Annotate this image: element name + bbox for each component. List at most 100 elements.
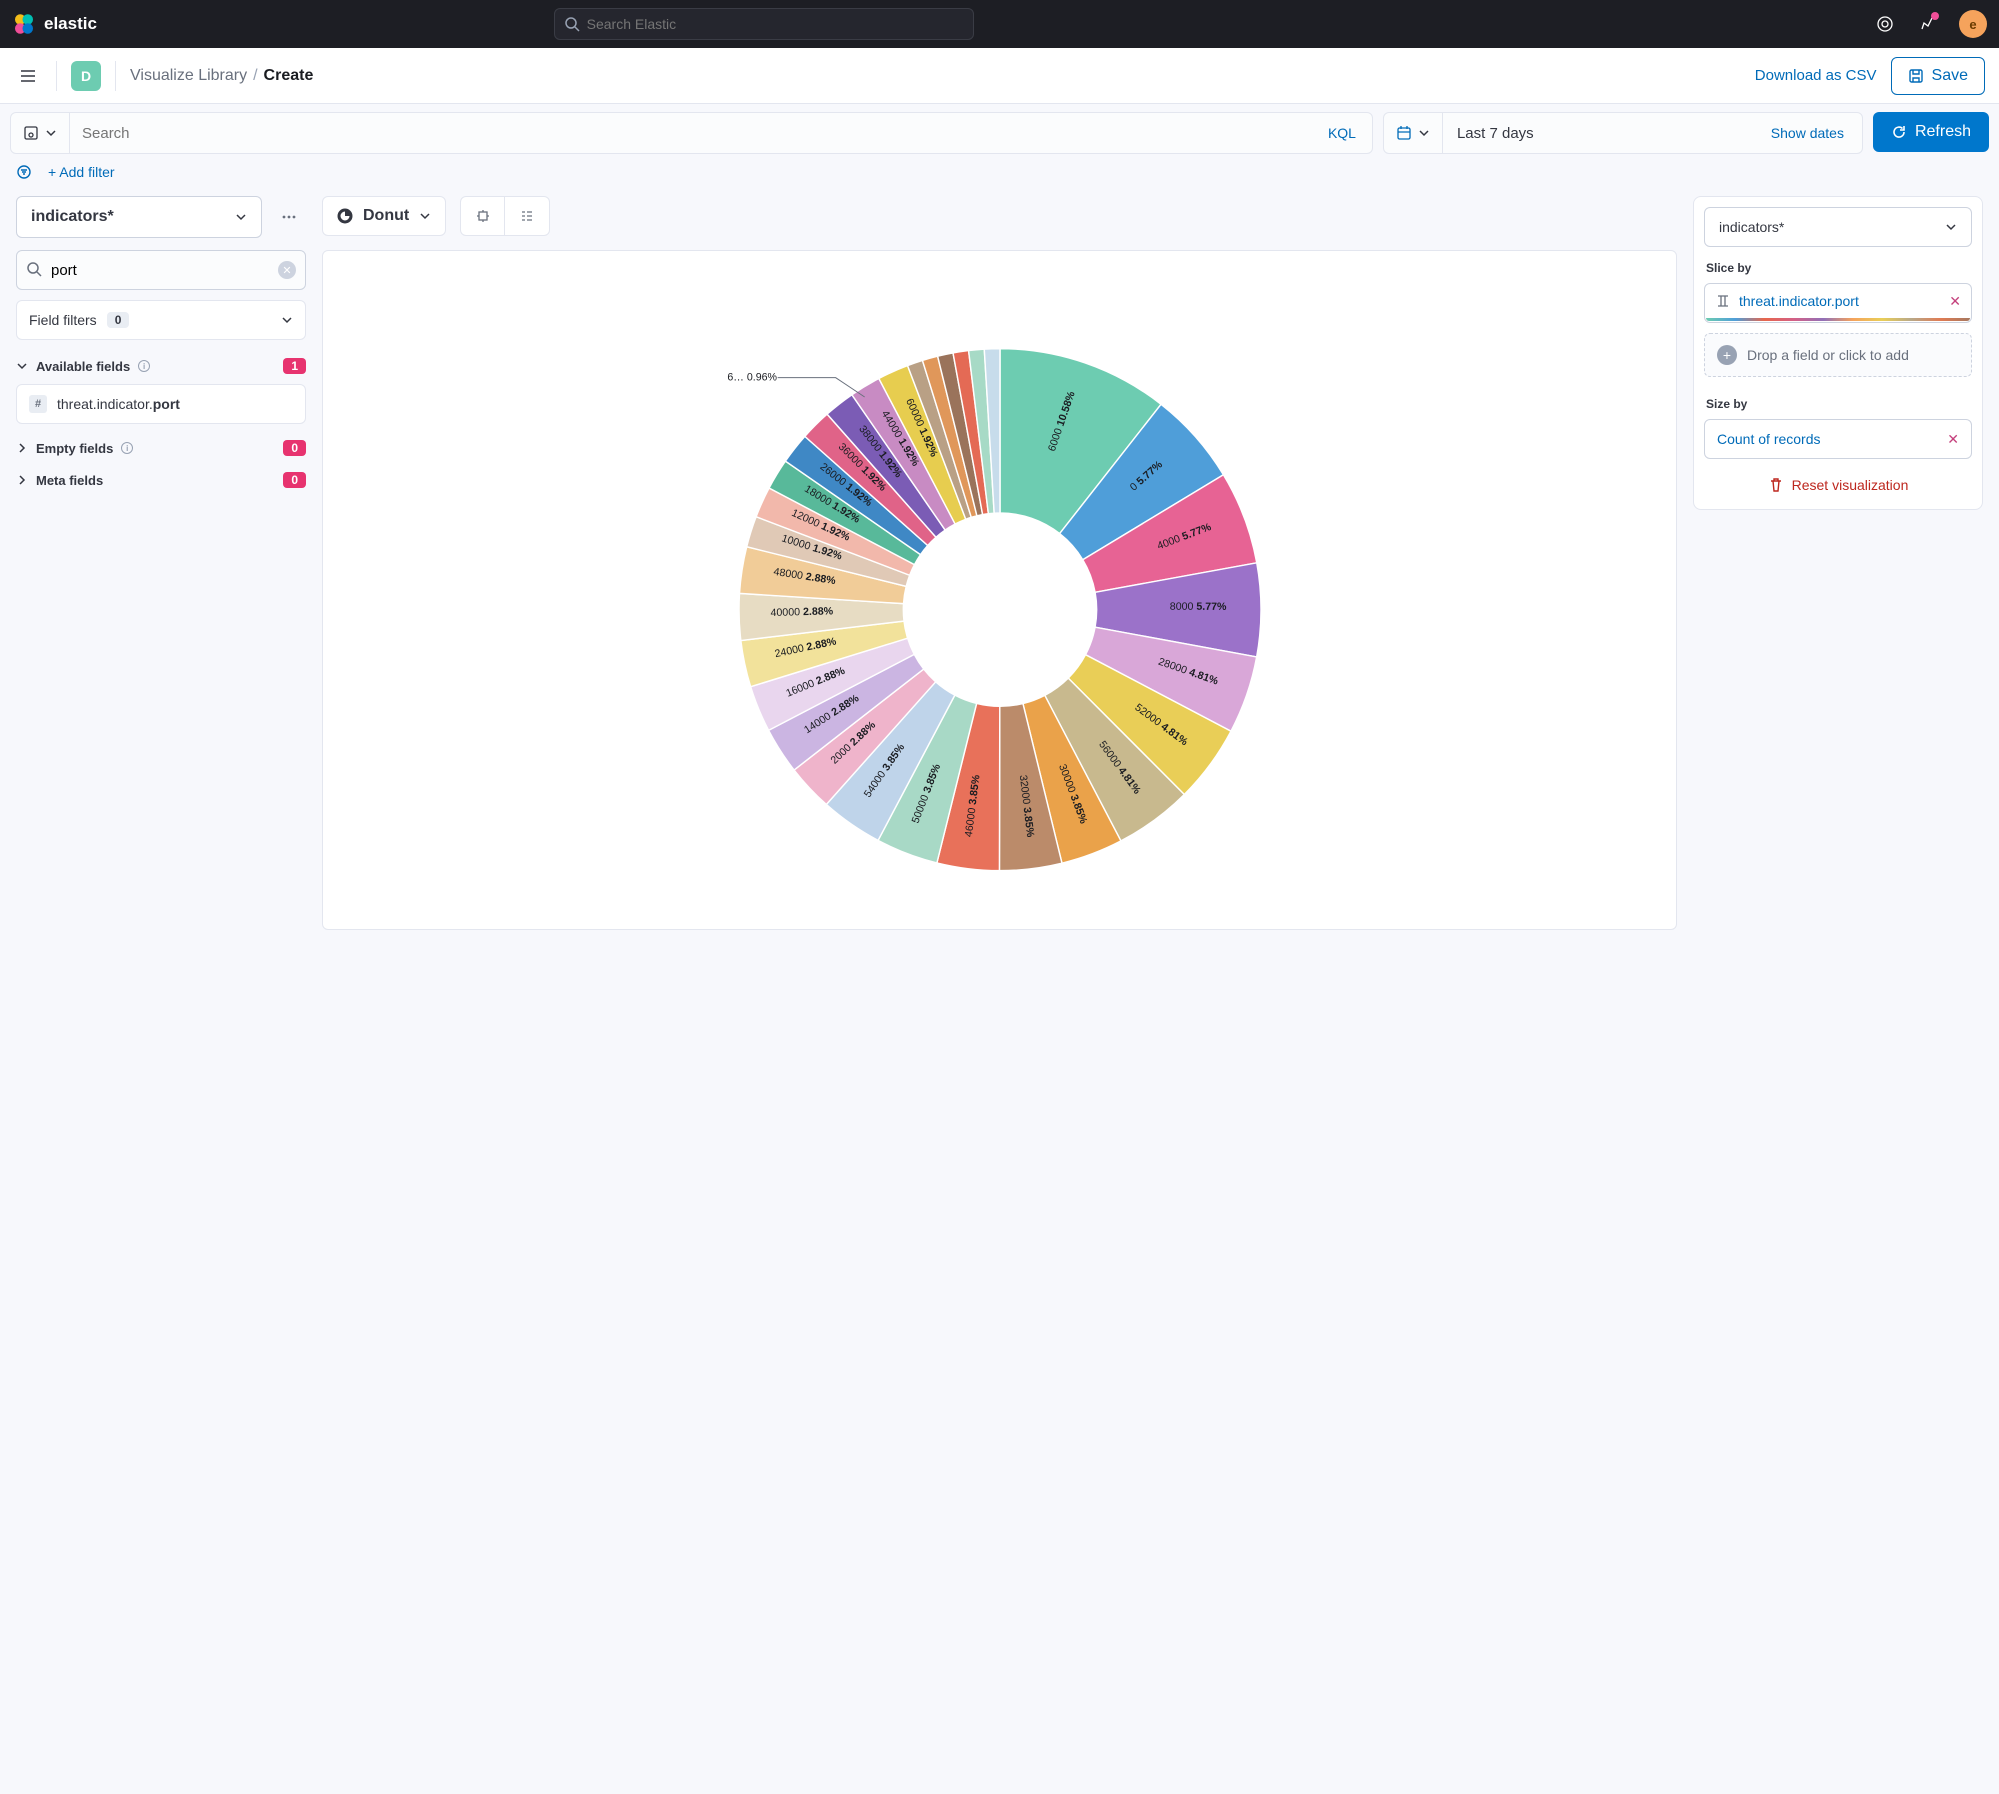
download-csv-link[interactable]: Download as CSV [1755, 67, 1877, 84]
breadcrumb-current: Create [264, 67, 314, 85]
drop-hint: Drop a field or click to add [1747, 347, 1909, 363]
workspace-panel: Donut 6000 10.58%0 5.77%4000 5.77%8000 5… [322, 196, 1677, 930]
reset-label: Reset visualization [1792, 477, 1909, 493]
config-panel: indicators* Slice by threat.indicator.po… [1693, 196, 1983, 510]
meta-fields-count: 0 [283, 472, 306, 488]
clear-search-icon[interactable]: ✕ [278, 261, 296, 279]
add-dimension-drop[interactable]: + Drop a field or click to add [1704, 333, 1972, 377]
chevron-down-icon [281, 314, 293, 326]
chart-canvas: 6000 10.58%0 5.77%4000 5.77%8000 5.77%28… [322, 250, 1677, 930]
calendar-icon [1396, 125, 1412, 141]
global-search [554, 8, 974, 40]
refresh-button[interactable]: Refresh [1873, 112, 1989, 152]
slice-label: 8000 5.77% [1169, 600, 1226, 612]
reset-visualization[interactable]: Reset visualization [1704, 477, 1972, 493]
save-button[interactable]: Save [1891, 57, 1985, 95]
search-icon [564, 16, 580, 35]
notification-dot-icon [1931, 12, 1939, 20]
top-icons: e [1875, 10, 1987, 38]
slice-dimension[interactable]: threat.indicator.port ✕ [1704, 283, 1972, 323]
field-filters-count: 0 [107, 312, 130, 328]
field-filters-label: Field filters [29, 312, 97, 328]
time-picker-button[interactable] [1384, 113, 1443, 153]
size-by-label: Size by [1706, 397, 1970, 411]
meta-fields-header[interactable]: Meta fields 0 [16, 472, 306, 488]
main-layout: indicators* ✕ Field filters 0 A [0, 196, 1999, 946]
info-icon[interactable]: i [121, 442, 133, 454]
disk-icon [23, 125, 39, 141]
query-input[interactable] [70, 113, 1312, 153]
viz-type-select[interactable]: Donut [322, 196, 446, 236]
save-label: Save [1932, 67, 1968, 85]
refresh-icon [1891, 124, 1907, 140]
grip-icon [1715, 293, 1731, 309]
sub-header: D Visualize Library / Create Download as… [0, 48, 1999, 104]
refresh-label: Refresh [1915, 123, 1971, 141]
user-avatar[interactable]: e [1959, 10, 1987, 38]
news-icon[interactable] [1917, 14, 1937, 34]
empty-fields-header[interactable]: Empty fields i 0 [16, 440, 306, 456]
color-gradient-icon [1706, 318, 1970, 321]
nav-toggle-icon[interactable] [14, 62, 42, 90]
breadcrumb-parent[interactable]: Visualize Library [130, 67, 247, 85]
info-icon[interactable]: i [138, 360, 150, 372]
query-bar: KQL Last 7 days Show dates Refresh [0, 104, 1999, 162]
field-item[interactable]: # threat.indicator.port [16, 384, 306, 424]
space-selector[interactable]: D [71, 61, 101, 91]
elastic-logo-icon [12, 12, 36, 36]
donut-chart-icon [337, 208, 353, 224]
divider [56, 61, 57, 91]
dataview-label: indicators* [31, 208, 114, 226]
remove-dimension-icon[interactable]: ✕ [1949, 293, 1961, 310]
slice-by-label: Slice by [1706, 261, 1970, 275]
show-dates-link[interactable]: Show dates [1753, 113, 1862, 153]
size-metric-label: Count of records [1717, 431, 1939, 447]
top-bar: elastic e [0, 0, 1999, 48]
legend-toggle-icon[interactable] [505, 197, 549, 235]
filter-bar: + Add filter [0, 162, 1999, 196]
chevron-down-icon [1945, 221, 1957, 233]
layer-dataview-label: indicators* [1719, 219, 1784, 235]
layer-dataview-select[interactable]: indicators* [1704, 207, 1972, 247]
filter-options-icon[interactable] [14, 162, 34, 182]
field-search-input[interactable] [16, 250, 306, 290]
divider [115, 61, 116, 91]
field-name: threat.indicator.port [57, 396, 180, 412]
fields-panel: indicators* ✕ Field filters 0 A [16, 196, 306, 488]
brand-logo[interactable]: elastic [12, 12, 97, 36]
brand-text: elastic [44, 14, 97, 34]
slice-label: 40000 2.88% [770, 605, 833, 619]
remove-metric-icon[interactable]: ✕ [1947, 431, 1959, 448]
slice-field-label: threat.indicator.port [1739, 293, 1941, 309]
breadcrumb-sep: / [253, 67, 257, 85]
search-icon [26, 261, 42, 280]
trash-icon [1768, 477, 1784, 493]
field-type-number-icon: # [29, 395, 47, 413]
dataview-select[interactable]: indicators* [16, 196, 262, 238]
viz-tool-group [460, 196, 550, 236]
chevron-down-icon [1418, 127, 1430, 139]
size-metric[interactable]: Count of records ✕ [1704, 419, 1972, 459]
field-filters-toggle[interactable]: Field filters 0 [16, 300, 306, 340]
chevron-right-icon [16, 442, 28, 454]
add-filter-link[interactable]: + Add filter [48, 164, 115, 180]
available-fields-header[interactable]: Available fields i 1 [16, 358, 306, 374]
callout-label: 6… 0.96% [727, 371, 777, 383]
dataview-more-icon[interactable] [272, 196, 306, 238]
kql-toggle[interactable]: KQL [1312, 113, 1372, 153]
viz-type-label: Donut [363, 207, 409, 225]
help-icon[interactable] [1875, 14, 1895, 34]
global-search-input[interactable] [554, 8, 974, 40]
chevron-down-icon [16, 360, 28, 372]
viz-toolbar: Donut [322, 196, 1677, 236]
empty-fields-label: Empty fields [36, 441, 113, 456]
chevron-right-icon [16, 474, 28, 486]
query-group: KQL [10, 112, 1373, 154]
time-range-display[interactable]: Last 7 days [1443, 113, 1753, 153]
available-fields-label: Available fields [36, 359, 130, 374]
breadcrumb: Visualize Library / Create [130, 67, 313, 85]
save-icon [1908, 68, 1924, 84]
labels-toggle-icon[interactable] [461, 197, 505, 235]
saved-query-menu[interactable] [11, 113, 70, 153]
donut-chart[interactable]: 6000 10.58%0 5.77%4000 5.77%8000 5.77%28… [710, 281, 1290, 900]
